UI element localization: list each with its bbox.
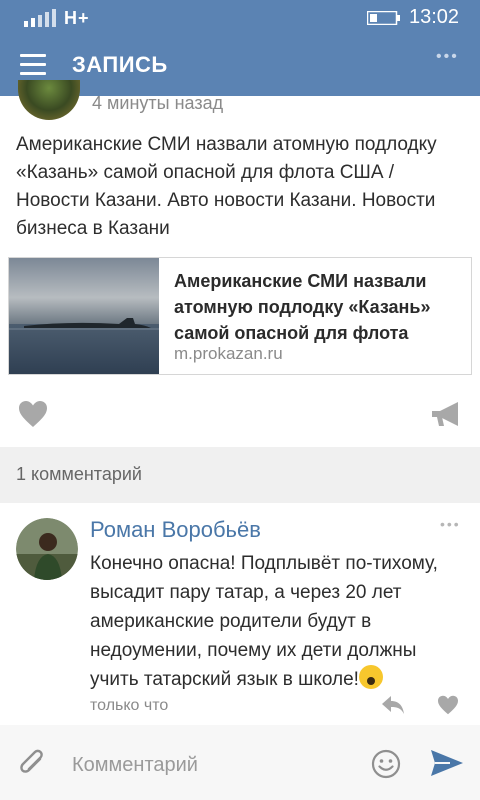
link-preview-image xyxy=(9,258,159,374)
page-title: ЗАПИСЬ xyxy=(72,52,168,77)
comment-author[interactable]: Роман Воробьёв xyxy=(90,517,261,543)
signal-strength-icon xyxy=(24,9,56,27)
post-author-avatar[interactable] xyxy=(18,80,80,120)
commenter-avatar[interactable] xyxy=(16,518,78,580)
status-clock: 13:02 xyxy=(409,6,460,28)
post-text: Американские СМИ назвали атомную подлодк… xyxy=(16,134,437,239)
heart-icon[interactable] xyxy=(18,400,48,428)
paperclip-icon[interactable] xyxy=(18,749,46,779)
screaming-face-emoji-icon xyxy=(358,665,383,689)
comment-text-container: Конечно опасна! Подплывёт по-тихому, выс… xyxy=(90,549,470,694)
comment-heart-icon[interactable] xyxy=(437,695,459,715)
network-type: H+ xyxy=(64,8,90,28)
megaphone-icon[interactable] xyxy=(430,400,464,428)
comment-text: Конечно опасна! Подплывёт по-тихому, выс… xyxy=(90,553,438,690)
more-options-icon[interactable]: ••• xyxy=(436,48,459,66)
send-icon[interactable] xyxy=(430,749,464,777)
comments-count-band: 1 комментарий xyxy=(0,447,480,503)
link-preview-domain: m.prokazan.ru xyxy=(174,344,283,363)
status-bar: H+ 13:02 xyxy=(0,0,480,36)
comment-input[interactable] xyxy=(70,744,354,786)
comment-more-options-icon[interactable]: ••• xyxy=(440,516,461,532)
battery-icon xyxy=(367,11,400,25)
post-timestamp: 4 минуты назад xyxy=(92,93,224,113)
reply-icon[interactable] xyxy=(381,695,405,715)
comment-timestamp: только что xyxy=(90,697,169,714)
smiley-icon[interactable] xyxy=(371,749,401,779)
link-preview-card[interactable]: Американские СМИ назвали атомную подлодк… xyxy=(8,257,472,375)
hamburger-menu-icon[interactable] xyxy=(20,54,46,76)
comments-count: 1 комментарий xyxy=(16,464,142,484)
link-preview-title: Американские СМИ назвали атомную подлодк… xyxy=(174,271,431,343)
comment-composer xyxy=(0,725,480,800)
